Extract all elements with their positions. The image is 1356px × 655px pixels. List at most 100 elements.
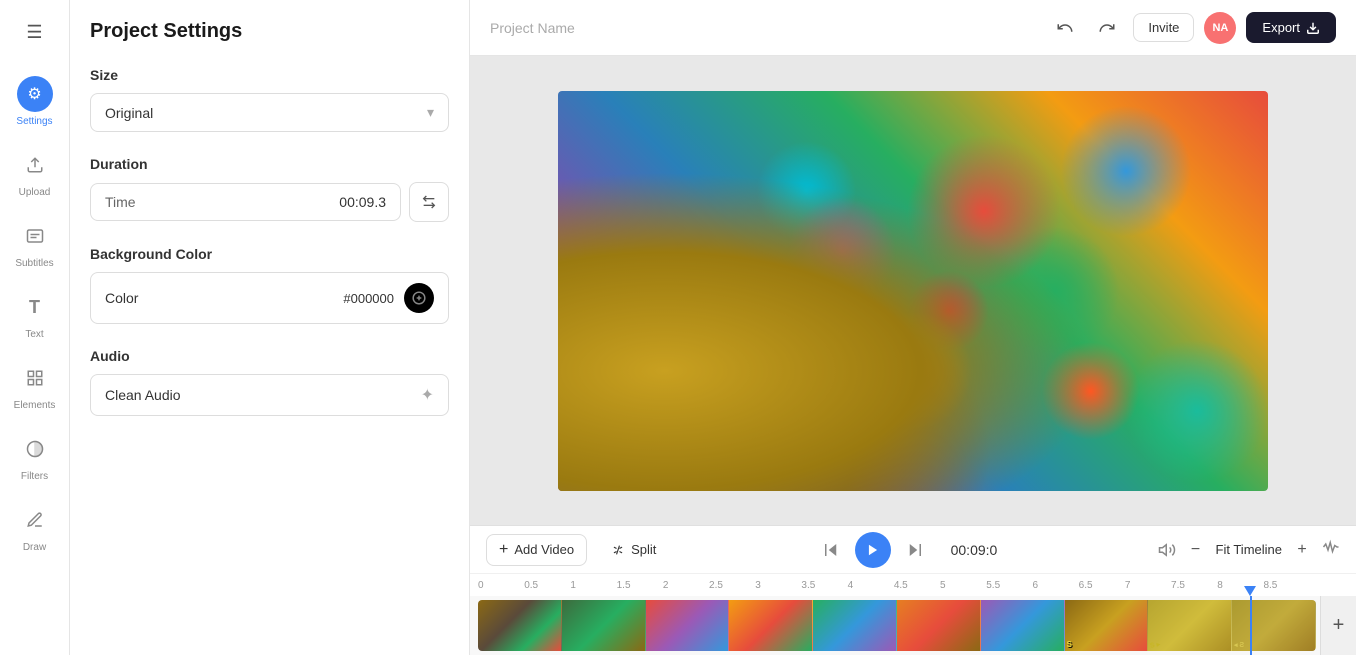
- color-right: #000000: [343, 283, 434, 313]
- skip-back-button[interactable]: [817, 536, 845, 564]
- split-button[interactable]: Split: [599, 536, 668, 563]
- duration-label: Duration: [90, 156, 449, 172]
- timeline-area: + Add Video Split 00:09:0: [470, 525, 1356, 655]
- elements-icon: [17, 360, 53, 396]
- size-section: Size Original ▾: [90, 67, 449, 132]
- upload-icon: [17, 147, 53, 183]
- clip-track[interactable]: S S ▸ S ▸ +: [470, 596, 1356, 655]
- duration-section: Duration Time 00:09.3: [90, 156, 449, 222]
- settings-title: Project Settings: [90, 20, 449, 43]
- ruler-8.5: 8.5: [1263, 580, 1309, 591]
- settings-icon: ⚙: [17, 76, 53, 112]
- sidebar-item-filters-label: Filters: [21, 471, 48, 482]
- subtitles-icon: [17, 218, 53, 254]
- zoom-out-button[interactable]: −: [1184, 538, 1208, 562]
- header: Project Name Invite NA Export: [470, 0, 1356, 56]
- playback-controls: 00:09:0: [680, 532, 1145, 568]
- export-button[interactable]: Export: [1246, 12, 1336, 43]
- settings-panel: Project Settings Size Original ▾ Duratio…: [70, 0, 470, 655]
- invite-button[interactable]: Invite: [1133, 13, 1194, 42]
- ruler-1: 1: [570, 580, 616, 591]
- add-icon: +: [499, 541, 508, 559]
- header-actions: Invite NA Export: [1049, 12, 1336, 44]
- play-button[interactable]: [855, 532, 891, 568]
- undo-button[interactable]: [1049, 12, 1081, 44]
- timeline-ruler: 0 0.5 1 1.5 2 2.5 3 3.5 4 4.5 5 5.5 6 6.…: [470, 574, 1356, 596]
- sidebar-item-elements-label: Elements: [14, 400, 56, 411]
- ruler-7.5: 7.5: [1171, 580, 1217, 591]
- ruler-marks: 0 0.5 1 1.5 2 2.5 3 3.5 4 4.5 5 5.5 6 6.…: [478, 580, 1356, 591]
- volume-button[interactable]: [1158, 541, 1176, 559]
- sidebar-item-draw-label: Draw: [23, 542, 46, 553]
- redo-button[interactable]: [1091, 12, 1123, 44]
- color-label: Color: [105, 290, 138, 306]
- project-name[interactable]: Project Name: [490, 20, 1037, 36]
- thumb-9: S ▸: [1148, 600, 1232, 651]
- audio-value: Clean Audio: [105, 387, 181, 403]
- time-value: 00:09.3: [339, 194, 386, 210]
- audio-row[interactable]: Clean Audio ✦: [90, 374, 449, 416]
- thumb-row: S S ▸ S ▸: [478, 600, 1316, 651]
- audio-label: Audio: [90, 348, 449, 364]
- time-display: 00:09:0: [939, 542, 1009, 558]
- avatar: NA: [1204, 12, 1236, 44]
- ruler-5.5: 5.5: [986, 580, 1032, 591]
- thumb-1: [478, 600, 562, 651]
- thumb-10: S ▸: [1232, 600, 1316, 651]
- size-value: Original: [105, 105, 153, 121]
- fit-timeline-label: Fit Timeline: [1216, 542, 1282, 557]
- sidebar-item-upload[interactable]: Upload: [5, 139, 65, 206]
- ruler-5: 5: [940, 580, 986, 591]
- thumb-3: [646, 600, 730, 651]
- sidebar-item-text[interactable]: T Text: [5, 281, 65, 348]
- sidebar-item-text-label: Text: [25, 329, 43, 340]
- thumb-8: S: [1065, 600, 1149, 651]
- main-area: Project Name Invite NA Export +: [470, 0, 1356, 655]
- ruler-0: 0: [478, 580, 524, 591]
- ruler-6: 6: [1032, 580, 1078, 591]
- audio-section: Audio Clean Audio ✦: [90, 348, 449, 416]
- ruler-2.5: 2.5: [709, 580, 755, 591]
- sidebar-item-upload-label: Upload: [19, 187, 51, 198]
- skip-forward-button[interactable]: [901, 536, 929, 564]
- color-picker-row[interactable]: Color #000000: [90, 272, 449, 324]
- ruler-4.5: 4.5: [894, 580, 940, 591]
- add-video-button[interactable]: + Add Video: [486, 534, 587, 566]
- zoom-in-button[interactable]: +: [1290, 538, 1314, 562]
- video-preview: [558, 91, 1268, 491]
- thumb-7: [981, 600, 1065, 651]
- clip-strip: S S ▸ S ▸: [478, 600, 1316, 651]
- sidebar-item-elements[interactable]: Elements: [5, 352, 65, 419]
- thumb-5: [813, 600, 897, 651]
- background-color-section: Background Color Color #000000: [90, 246, 449, 324]
- sidebar-item-draw[interactable]: Draw: [5, 494, 65, 561]
- swap-button[interactable]: [409, 182, 449, 222]
- time-label: Time: [105, 194, 136, 210]
- ruler-4: 4: [848, 580, 894, 591]
- menu-toggle[interactable]: ☰: [15, 12, 55, 52]
- icon-sidebar: ☰ ⚙ Settings Upload Subtitles T Text Ele…: [0, 0, 70, 655]
- thumb-6: [897, 600, 981, 651]
- ruler-3.5: 3.5: [801, 580, 847, 591]
- text-icon: T: [17, 289, 53, 325]
- add-track-button[interactable]: +: [1320, 596, 1356, 655]
- split-label: Split: [631, 542, 656, 557]
- ruler-1.5: 1.5: [617, 580, 663, 591]
- playhead-marker: [1244, 586, 1256, 596]
- sidebar-item-subtitles[interactable]: Subtitles: [5, 210, 65, 277]
- sidebar-item-settings[interactable]: ⚙ Settings: [5, 68, 65, 135]
- sidebar-item-subtitles-label: Subtitles: [15, 258, 53, 269]
- add-video-label: Add Video: [514, 542, 574, 557]
- waveform-button[interactable]: [1322, 538, 1340, 561]
- canvas-area: [470, 56, 1356, 525]
- sidebar-item-filters[interactable]: Filters: [5, 423, 65, 490]
- color-circle[interactable]: [404, 283, 434, 313]
- video-frame: [558, 91, 1268, 491]
- size-select[interactable]: Original ▾: [90, 93, 449, 132]
- ruler-8: 8: [1217, 580, 1263, 591]
- color-hex-value: #000000: [343, 291, 394, 306]
- export-label: Export: [1262, 20, 1300, 35]
- duration-input[interactable]: Time 00:09.3: [90, 183, 401, 221]
- add-track-icon: +: [1333, 614, 1345, 637]
- ruler-3: 3: [755, 580, 801, 591]
